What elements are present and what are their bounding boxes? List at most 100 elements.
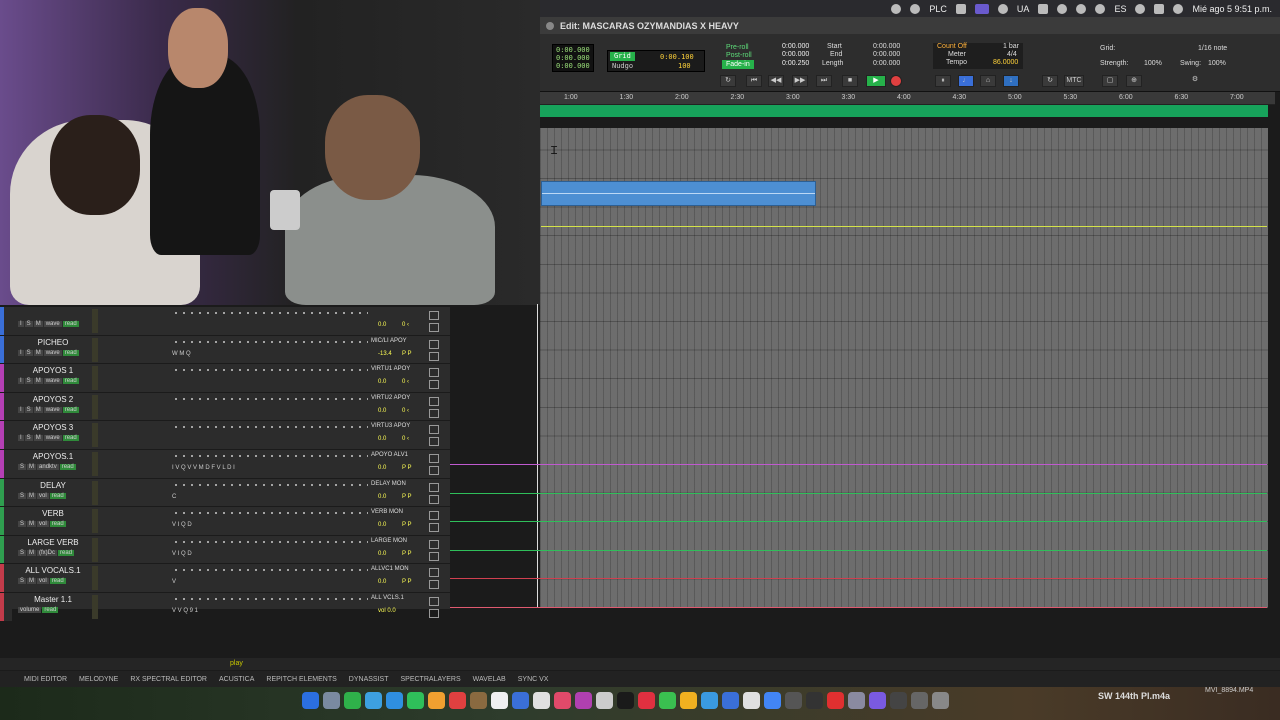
search-icon[interactable]: [1135, 3, 1146, 14]
insert-slots[interactable]: [172, 597, 368, 601]
track-name[interactable]: DELAY: [18, 481, 88, 490]
track-pan[interactable]: 0 ‹: [402, 408, 409, 414]
metronome-icon[interactable]: ⌂: [980, 75, 996, 87]
play-icon[interactable]: [1076, 3, 1087, 14]
track-button[interactable]: M: [27, 464, 37, 470]
expand-icon[interactable]: [429, 368, 439, 378]
status-icon[interactable]: [891, 3, 902, 14]
dock-app-icon[interactable]: [932, 692, 949, 709]
track-button[interactable]: I: [18, 349, 24, 356]
plc-label[interactable]: PLC: [929, 4, 947, 14]
expand-icon[interactable]: [429, 339, 439, 349]
track-button[interactable]: read: [49, 521, 66, 528]
track-row[interactable]: APOYOS.1 S Mandktv read I V Q V V M D F V L …: [0, 450, 450, 479]
insert-list[interactable]: I V Q V V M D F V L D I: [172, 465, 235, 471]
dock-app-icon[interactable]: [638, 692, 655, 709]
expand-icon[interactable]: [429, 551, 439, 561]
plugin-shortcut[interactable]: REPITCH ELEMENTS: [266, 676, 336, 683]
automation-line[interactable]: [450, 607, 1267, 608]
track-button[interactable]: wave: [43, 406, 62, 413]
track-button[interactable]: I: [18, 435, 24, 442]
marker-ruler[interactable]: [540, 105, 1268, 117]
io-selector[interactable]: DELAY MON: [371, 481, 406, 487]
plugin-shortcut[interactable]: ACUSTICA: [219, 676, 254, 683]
track-button[interactable]: (fx)Dc: [37, 549, 58, 556]
track-pan[interactable]: P P: [402, 551, 412, 557]
io-selector[interactable]: ALLVC1 MON: [371, 566, 409, 572]
track-button[interactable]: S: [24, 406, 33, 413]
expand-icon[interactable]: [429, 425, 439, 435]
io-selector[interactable]: VERB MON: [371, 509, 403, 515]
track-button[interactable]: read: [42, 607, 59, 613]
expand-icon[interactable]: [429, 323, 439, 332]
track-button[interactable]: read: [58, 549, 75, 556]
io-selector[interactable]: VIRTU3 APOY: [371, 423, 410, 429]
automation-line[interactable]: [450, 492, 1267, 494]
dock-app-icon[interactable]: [890, 692, 907, 709]
expand-icon[interactable]: [429, 609, 439, 618]
track-button[interactable]: I: [18, 321, 24, 327]
dock-app-icon[interactable]: [512, 692, 529, 709]
expand-icon[interactable]: [429, 539, 439, 549]
dock-app-icon[interactable]: [764, 692, 781, 709]
expand-icon[interactable]: [429, 396, 439, 406]
dock-app-icon[interactable]: [323, 692, 340, 709]
plugin-shortcut[interactable]: SPECTRALAYERS: [400, 676, 460, 683]
dock-app-icon[interactable]: [869, 692, 886, 709]
expand-icon[interactable]: [429, 408, 439, 418]
automation-line[interactable]: [450, 578, 1267, 580]
insert-slots[interactable]: [172, 454, 368, 458]
track-button[interactable]: read: [49, 492, 66, 499]
track-row[interactable]: I S Mwave read 0.0 0 ‹: [0, 307, 450, 336]
io-selector[interactable]: ALL VCLS.1: [371, 595, 404, 601]
track-volume[interactable]: 0.0: [378, 522, 386, 528]
siri-icon[interactable]: [1173, 3, 1184, 14]
insert-list[interactable]: C: [172, 494, 176, 500]
track-button[interactable]: vol: [37, 492, 49, 499]
expand-icon[interactable]: [429, 482, 439, 492]
fadein-label[interactable]: Fade-in: [722, 60, 754, 69]
track-volume[interactable]: 0.0: [378, 551, 386, 557]
track-volume[interactable]: 0.0: [378, 494, 386, 500]
control-center-icon[interactable]: [1154, 3, 1165, 14]
plugin-shortcut[interactable]: MELODYNE: [79, 676, 118, 683]
tempo-value[interactable]: 86.0000: [993, 59, 1018, 66]
insert-list[interactable]: V I Q D: [172, 522, 192, 528]
insert-slots[interactable]: [172, 396, 368, 401]
track-row[interactable]: PICHEO I S Mwave read W M Q MIC/LI APOY -13.4 P …: [0, 335, 450, 365]
track-name[interactable]: VERB: [18, 509, 88, 518]
length-value[interactable]: 0:00.000: [873, 60, 900, 67]
grid-value[interactable]: 0:00.100: [660, 53, 694, 61]
track-pan[interactable]: P P: [402, 522, 412, 528]
track-button[interactable]: wave: [43, 435, 62, 442]
grid-right-value[interactable]: 1/16 note: [1198, 45, 1227, 52]
loop-icon[interactable]: ↻: [720, 75, 736, 87]
track-button[interactable]: M: [33, 321, 43, 327]
track-row[interactable]: Master 1.1 volume read V V Q 9 1 ALL VCLS.1 v…: [0, 593, 450, 622]
status-icon[interactable]: [997, 3, 1008, 14]
link-icon[interactable]: ↻: [1042, 75, 1058, 87]
track-button[interactable]: wave: [43, 321, 62, 327]
swing-value[interactable]: 100%: [1208, 60, 1226, 67]
track-button[interactable]: M: [27, 492, 37, 499]
wifi-icon[interactable]: [1095, 3, 1106, 14]
play-icon[interactable]: ▶: [866, 75, 886, 87]
track-volume[interactable]: 0.0: [378, 465, 386, 471]
track-button[interactable]: M: [27, 578, 37, 585]
screen-record-icon[interactable]: [974, 3, 989, 14]
nudge-label[interactable]: Nudgo: [612, 62, 633, 70]
track-name[interactable]: APOYOS 2: [18, 395, 88, 404]
dock-app-icon[interactable]: [617, 692, 634, 709]
postroll-value[interactable]: 0:00.000: [782, 51, 809, 58]
dock-app-icon[interactable]: [470, 692, 487, 709]
track-button[interactable]: M: [27, 549, 37, 556]
track-volume[interactable]: 0.0: [378, 322, 386, 328]
track-button[interactable]: S: [18, 549, 27, 556]
expand-icon[interactable]: [429, 351, 439, 361]
expand-icon[interactable]: [429, 580, 439, 590]
track-button[interactable]: S: [24, 349, 33, 356]
insert-slots[interactable]: [172, 568, 368, 573]
record-icon[interactable]: [890, 75, 902, 87]
dock-app-icon[interactable]: [344, 692, 361, 709]
insert-list[interactable]: W M Q: [172, 351, 191, 357]
